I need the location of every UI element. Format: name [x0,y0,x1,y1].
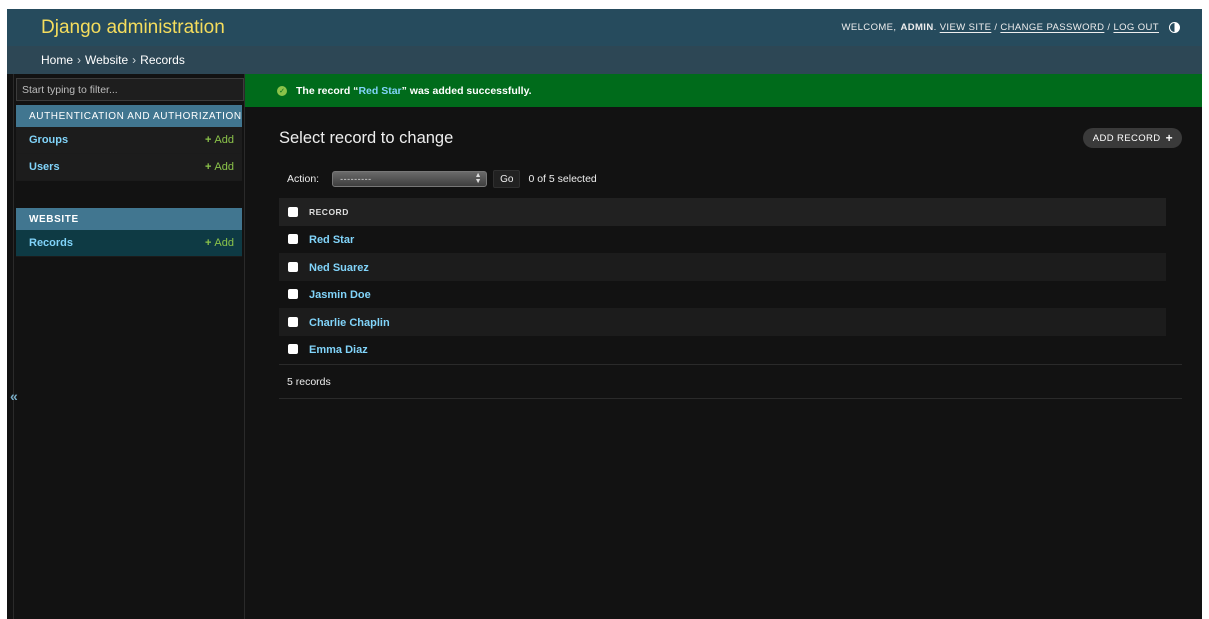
user-tools-separator: / [994,22,998,33]
module-auth: Authentication and Authorization Groups … [14,105,244,181]
add-record-link[interactable]: + Add [205,237,234,249]
sidebar-item-users: Users + Add [16,154,242,181]
paginator: 5 records [279,364,1182,399]
sidebar: Authentication and Authorization Groups … [14,74,245,619]
row-checkbox[interactable] [288,316,298,327]
record-link[interactable]: Ned Suarez [309,262,369,274]
row-checkbox[interactable] [288,344,298,355]
row-checkbox-cell [279,308,309,336]
main-layout: « Authentication and Authorization Group… [7,74,1202,619]
admin-app: Django administration Welcome, admin . V… [7,9,1202,619]
actions-bar: Action: --------- ▲ ▼ Go 0 of 5 selected [279,170,1182,188]
record-link[interactable]: Charlie Chaplin [309,317,390,329]
nav-toggle-column: « [7,74,18,619]
user-tools: Welcome, admin . View site / Change pass… [842,22,1180,33]
change-password-link[interactable]: Change password [1000,22,1104,33]
add-label: Add [214,134,234,146]
row-checkbox-cell [279,336,309,364]
page-title: Select record to change [279,128,454,147]
record-cell: Charlie Chaplin [309,308,1166,336]
records-link[interactable]: Records [29,237,73,249]
action-label: Action: [287,173,320,185]
record-cell: Emma Diaz [309,336,1166,364]
action-select[interactable]: --------- ▲ ▼ [332,171,488,187]
record-cell: Ned Suarez [309,253,1166,281]
add-label: Add [214,237,234,249]
record-link[interactable]: Emma Diaz [309,344,368,356]
record-cell: Red Star [309,226,1166,254]
breadcrumb-separator: › [77,53,82,67]
record-link[interactable]: Red Star [309,234,354,246]
result-table: Record Red Star Ned Suarez [279,198,1166,363]
go-button[interactable]: Go [493,170,521,188]
plus-icon: + [204,237,212,249]
plus-icon: + [204,161,212,173]
message-prefix: The record “ [296,84,359,97]
theme-toggle-icon[interactable] [1169,22,1180,33]
users-link[interactable]: Users [29,161,60,173]
site-name-link[interactable]: Django administration [41,17,225,39]
column-header-record[interactable]: Record [309,198,1166,226]
user-tools-separator: / [1107,22,1111,33]
table-row: Ned Suarez [279,253,1166,281]
groups-link[interactable]: Groups [29,134,68,146]
select-all-checkbox[interactable] [288,206,298,217]
check-circle-icon: ✓ [277,85,287,96]
action-select-value: --------- [340,174,372,184]
message-record-link[interactable]: Red Star [358,85,401,97]
success-message: ✓ The record “Red Star” was added succes… [245,74,1202,107]
breadcrumb: Home › Website › Records [7,46,1202,74]
module-gap [14,181,244,208]
sidebar-item-groups: Groups + Add [16,127,242,154]
add-user-link[interactable]: + Add [205,161,234,173]
row-checkbox[interactable] [288,234,298,245]
breadcrumb-current: Records [140,53,185,67]
row-checkbox-cell [279,253,309,281]
plus-icon: + [204,134,212,146]
welcome-text: Welcome, [841,22,897,33]
username: admin [900,22,934,33]
module-caption-auth[interactable]: Authentication and Authorization [16,105,242,127]
module-website: Website Records + Add [14,208,244,257]
table-row: Red Star [279,225,1166,254]
add-label: Add [214,161,234,173]
header: Django administration Welcome, admin . V… [7,9,1202,46]
sidebar-item-records: Records + Add [16,230,242,257]
toggle-sidebar-button[interactable]: « [10,388,18,404]
log-out-link[interactable]: Log out [1113,22,1159,33]
table-header-row: Record [279,198,1166,226]
breadcrumb-website[interactable]: Website [85,53,128,67]
row-checkbox-cell [279,281,309,309]
table-row: Jasmin Doe [279,280,1166,309]
message-suffix: ” was added successfully. [401,84,532,97]
selection-counter: 0 of 5 selected [528,173,597,185]
module-caption-website[interactable]: Website [16,208,242,230]
record-cell: Jasmin Doe [309,281,1166,309]
record-link[interactable]: Jasmin Doe [309,289,371,301]
add-record-label: Add record [1092,132,1161,144]
view-site-link[interactable]: View site [940,22,992,33]
breadcrumb-home[interactable]: Home [41,53,73,67]
content-area: ✓ The record “Red Star” was added succes… [245,74,1202,619]
breadcrumb-separator: › [132,53,137,67]
nav-filter-input[interactable] [16,78,244,101]
select-all-cell [279,198,309,226]
row-checkbox-cell [279,226,309,254]
add-record-button[interactable]: Add record + [1082,128,1182,148]
title-row: Select record to change Add record + [279,128,1182,148]
table-row: Emma Diaz [279,335,1166,364]
plus-icon: + [1165,131,1173,145]
content: Select record to change Add record + Act… [245,128,1202,399]
row-checkbox[interactable] [288,289,298,300]
table-row: Charlie Chaplin [279,308,1166,336]
row-checkbox[interactable] [288,261,298,272]
select-arrows-icon: ▲ ▼ [474,172,483,185]
add-group-link[interactable]: + Add [205,134,234,146]
